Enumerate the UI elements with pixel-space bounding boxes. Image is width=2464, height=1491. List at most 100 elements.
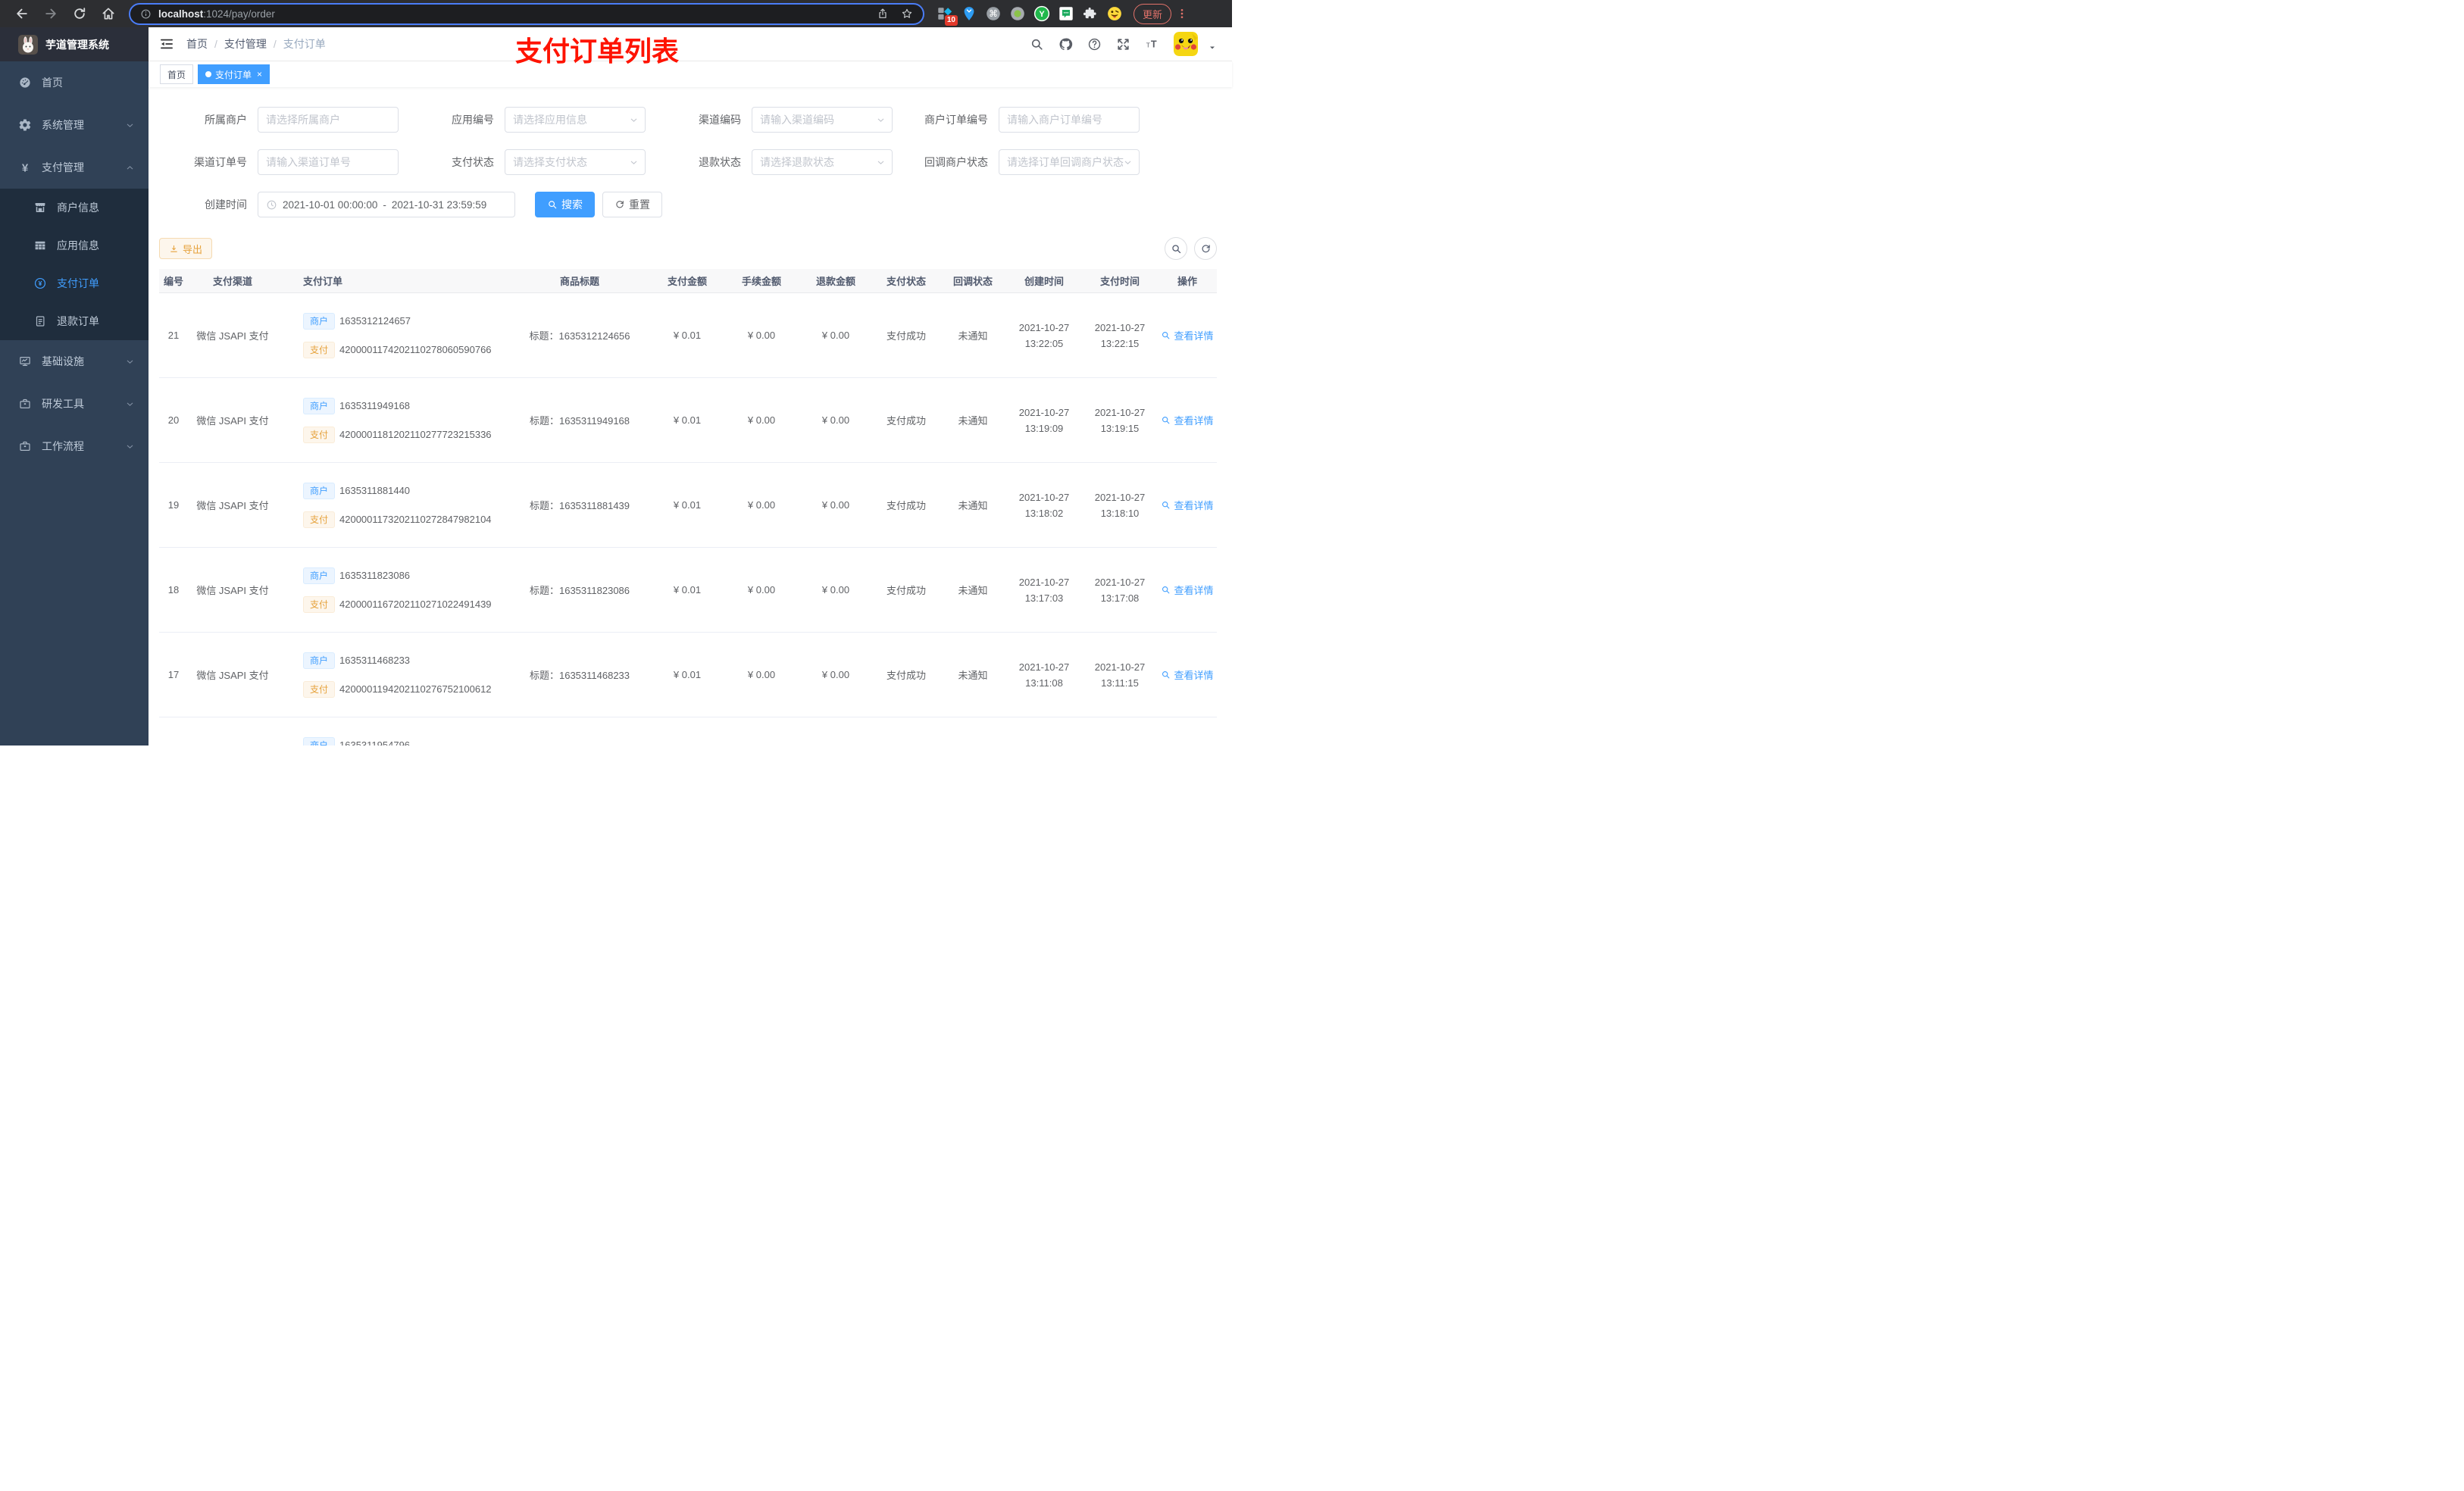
close-icon[interactable]: × <box>257 69 262 80</box>
fee-cell: ¥ 0.00 <box>747 330 776 341</box>
ext-puzzle-icon[interactable] <box>1082 5 1099 22</box>
sidebar-item-label: 应用信息 <box>57 239 99 252</box>
filter-select[interactable]: 请输入渠道编码 <box>752 107 893 133</box>
view-details-link[interactable]: 查看详情 <box>1161 583 1214 597</box>
chevron-down-icon <box>125 357 135 367</box>
caret-down-icon[interactable] <box>1208 43 1217 52</box>
sidebar-item[interactable]: 工作流程 <box>0 425 149 467</box>
filter-input[interactable]: 请输入渠道订单号 <box>258 149 399 175</box>
forward-icon[interactable] <box>43 6 58 21</box>
search-icon <box>1161 500 1171 510</box>
table-row: 21 微信 JSAPI 支付 商户 1635312124657 支付 4200001174… <box>159 293 1217 378</box>
search-icon[interactable] <box>1030 37 1044 52</box>
url-bar[interactable]: localhost:1024/pay/order <box>129 2 924 25</box>
sidebar-subitem[interactable]: 商户信息 <box>0 189 149 227</box>
ext-puzzle-icon <box>1082 5 1099 22</box>
export-button-label: 导出 <box>183 243 203 255</box>
bookmark-star-icon[interactable] <box>901 8 913 20</box>
tab-active[interactable]: 支付订单 × <box>198 64 270 84</box>
column-header: 编号 <box>163 276 183 287</box>
filter-select[interactable]: 请选择退款状态 <box>752 149 893 175</box>
chevron-down-icon <box>1123 158 1133 167</box>
view-details-link[interactable]: 查看详情 <box>1161 667 1214 682</box>
search-button[interactable]: 搜索 <box>535 192 595 217</box>
sidebar-item[interactable]: 首页 <box>0 61 149 104</box>
create-time-cell: 2021-10-27 13:17:03 <box>1006 574 1082 606</box>
svg-text:T: T <box>1151 39 1157 49</box>
filter-select[interactable]: 请选择订单回调商户状态 <box>999 149 1140 175</box>
view-details-label: 查看详情 <box>1174 415 1214 427</box>
sidebar-subitem[interactable]: 应用信息 <box>0 227 149 264</box>
sidebar-toggle-icon[interactable] <box>159 36 174 52</box>
browser-update-button[interactable]: 更新 <box>1134 3 1172 24</box>
ext-emoji-icon[interactable] <box>1106 5 1123 22</box>
pay-order-cell: 商户 1635311949168 支付 42000011812021102777232… <box>277 397 509 444</box>
yen-circle-icon: ¥ <box>33 277 47 290</box>
id-cell: 17 <box>167 669 180 680</box>
sidebar-item[interactable]: ¥ 支付管理 <box>0 146 149 189</box>
question-icon[interactable] <box>1087 37 1102 52</box>
ext-dot-icon[interactable] <box>1009 5 1026 22</box>
filter-input[interactable]: 请选择所属商户 <box>258 107 399 133</box>
filter-select[interactable]: 请选择应用信息 <box>505 107 646 133</box>
view-details-link[interactable]: 查看详情 <box>1161 498 1214 512</box>
fullscreen-icon[interactable] <box>1116 37 1130 52</box>
pikachu-avatar-icon[interactable] <box>1174 32 1198 56</box>
breadcrumb-item[interactable]: 支付管理 <box>224 36 267 52</box>
tab-item[interactable]: 首页 <box>160 64 194 84</box>
url-text: localhost:1024/pay/order <box>158 8 275 20</box>
date-range-input[interactable]: 2021-10-01 00:00:00 - 2021-10-31 23:59:5… <box>258 192 515 217</box>
home-icon[interactable] <box>101 6 116 21</box>
search-icon <box>1161 330 1171 340</box>
sidebar-subitem[interactable]: ¥ 支付订单 <box>0 264 149 302</box>
extension-badge: 10 <box>944 15 958 26</box>
pay_status-cell: 支付成功 <box>886 670 926 681</box>
create-time-cell: 2021-10-27 13:11:08 <box>1006 659 1082 691</box>
show-search-button[interactable] <box>1165 237 1187 260</box>
reload-icon[interactable] <box>72 6 87 21</box>
filter-select[interactable]: 请选择支付状态 <box>505 149 646 175</box>
refund-cell: ¥ 0.00 <box>821 499 850 511</box>
view-details-link[interactable]: 查看详情 <box>1161 328 1214 342</box>
title-cell: 标题：1635311949168 <box>529 415 630 427</box>
ext-yudao-icon[interactable]: Y <box>1033 5 1050 22</box>
column-header: 退款金额 <box>815 276 855 287</box>
date-text: 2021-10-27 <box>1094 321 1146 333</box>
share-icon[interactable] <box>877 8 889 20</box>
filter-label: 创建时间 <box>205 198 247 211</box>
ext-command-icon[interactable]: ⌘ <box>985 5 1002 22</box>
breadcrumb-item[interactable]: 首页 <box>186 36 208 52</box>
sidebar-item[interactable]: 研发工具 <box>0 383 149 425</box>
sidebar-item-label: 支付订单 <box>57 277 99 289</box>
pay-time-cell: 2021-10-27 13:11:15 <box>1082 659 1158 691</box>
export-button[interactable]: 导出 <box>159 238 213 259</box>
filter-field: 回调商户状态 请选择订单回调商户状态 <box>900 149 1140 175</box>
filter-label: 回调商户状态 <box>924 156 988 168</box>
sidebar-subitem[interactable]: 退款订单 <box>0 302 149 340</box>
column-header: 支付时间 <box>1099 276 1140 287</box>
column-header: 操作 <box>1177 276 1197 287</box>
reset-button[interactable]: 重置 <box>602 192 662 217</box>
info-icon[interactable] <box>140 8 152 20</box>
github-icon[interactable] <box>1058 37 1073 52</box>
breadcrumb-item[interactable]: 支付订单 <box>283 36 326 52</box>
ext-tampermonkey-icon[interactable]: 10 <box>937 5 958 26</box>
refresh-table-button[interactable] <box>1194 237 1217 260</box>
browser-toolbar: localhost:1024/pay/order 10 ⌘ Y 更新 <box>0 0 1232 27</box>
sidebar-menu: 首页 系统管理 ¥ 支付管理 商户信息应用信息 ¥ 支付订单退款订单 基础设施研发工具工作流程 <box>0 61 149 467</box>
ext-balloon-icon[interactable] <box>961 5 977 22</box>
pay-tag: 支付 <box>303 426 336 443</box>
merchant-order-line: 商户 1635311468233 <box>303 652 410 670</box>
app-logo[interactable]: 芋道管理系统 <box>0 27 149 61</box>
back-icon[interactable] <box>14 6 30 21</box>
fontsize-icon[interactable]: TT <box>1145 37 1159 52</box>
view-details-link[interactable]: 查看详情 <box>1161 413 1214 427</box>
sidebar-item[interactable]: 基础设施 <box>0 340 149 383</box>
sidebar-item-label: 研发工具 <box>42 398 84 410</box>
merchant-tag: 商户 <box>303 736 336 746</box>
notify_status-cell: 未通知 <box>958 500 988 511</box>
filter-input[interactable]: 请输入商户订单编号 <box>999 107 1140 133</box>
browser-menu-icon[interactable] <box>1176 6 1188 21</box>
sidebar-item[interactable]: 系统管理 <box>0 104 149 146</box>
ext-chat-icon[interactable] <box>1058 5 1074 22</box>
